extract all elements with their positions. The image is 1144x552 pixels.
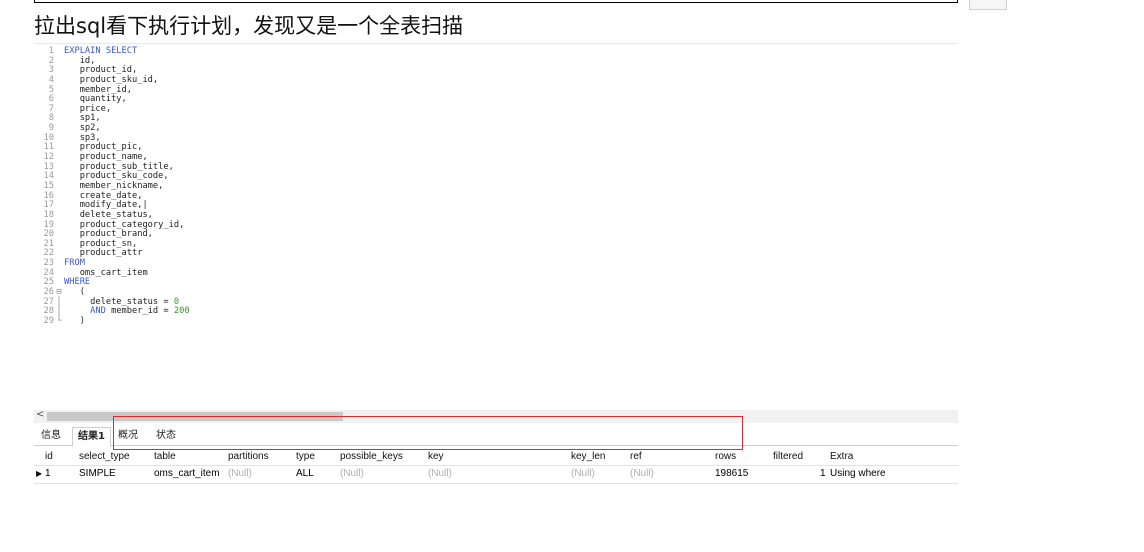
cell-rows[interactable]: 198615 [715, 468, 748, 479]
col-header-partitions[interactable]: partitions [228, 451, 269, 462]
code-line: 24 oms_cart_item [34, 268, 190, 279]
top-corner-button[interactable] [969, 0, 1007, 10]
cell-partitions[interactable]: (Null) [228, 468, 252, 479]
fold-marker-icon [54, 230, 64, 240]
code-line: 22 product_attr [34, 249, 190, 259]
current-row-icon: ▶ [36, 469, 43, 478]
fold-marker-icon [54, 143, 64, 153]
row-divider [34, 483, 958, 484]
article-heading: 拉出sql看下执行计划，发现又是一个全表扫描 [34, 14, 464, 38]
fold-marker-icon [54, 47, 64, 57]
fold-marker-icon [54, 240, 64, 250]
fold-marker-icon [54, 172, 64, 182]
col-header-type[interactable]: type [296, 451, 315, 462]
col-header-filtered[interactable]: filtered [773, 451, 803, 462]
fold-marker-icon [54, 163, 64, 173]
fold-marker-icon [54, 86, 64, 96]
scroll-left-icon[interactable]: < [36, 409, 44, 420]
line-number: 29 [43, 315, 54, 326]
fold-marker-icon: └ [56, 315, 62, 326]
fold-marker-icon [54, 57, 64, 67]
fold-marker-icon [54, 95, 64, 105]
cell-select-type[interactable]: SIMPLE [79, 468, 116, 479]
col-header-select-type[interactable]: select_type [79, 451, 130, 462]
cell-extra[interactable]: Using where [830, 468, 886, 479]
table-row[interactable]: ▶ 1 SIMPLE oms_cart_item (Null) ALL (Nul… [34, 466, 958, 482]
cell-possible-keys[interactable]: (Null) [340, 468, 364, 479]
code-line: 29 └ ) [34, 315, 190, 327]
fold-marker-icon [54, 259, 64, 269]
cell-ref[interactable]: (Null) [630, 468, 654, 479]
fold-marker-icon [54, 114, 64, 124]
sql-number: 200 [173, 306, 190, 317]
cell-key[interactable]: (Null) [428, 468, 452, 479]
col-header-possible-keys[interactable]: possible_keys [340, 451, 403, 462]
fold-marker-icon [54, 249, 64, 259]
col-header-id[interactable]: id [45, 451, 53, 462]
col-header-key[interactable]: key [428, 451, 444, 462]
fold-marker-icon [54, 124, 64, 134]
code-line: 9 sp2, [34, 123, 190, 134]
tab-info[interactable]: 信息 [36, 427, 66, 445]
cell-key-len[interactable]: (Null) [571, 468, 595, 479]
col-header-table[interactable]: table [154, 451, 176, 462]
cell-type[interactable]: ALL [296, 468, 314, 479]
col-header-ref[interactable]: ref [630, 451, 642, 462]
fold-marker-icon [54, 66, 64, 76]
tab-result1[interactable]: 结果1 [72, 427, 111, 447]
col-header-rows[interactable]: rows [715, 451, 736, 462]
fold-marker-icon [54, 105, 64, 115]
fold-marker-icon [54, 153, 64, 163]
code-line: 6 quantity, [34, 95, 190, 105]
sql-editor[interactable]: 1 EXPLAIN SELECT 2 id, 3 product_id, 4 produ… [34, 46, 190, 327]
grid-header-row: id select_type table partitions type pos… [34, 449, 958, 465]
cell-table[interactable]: oms_cart_item [154, 468, 220, 479]
fold-marker-icon [54, 76, 64, 86]
fold-marker-icon [54, 221, 64, 231]
code-line: 7 price, [34, 104, 190, 115]
sql-text: member_id = [105, 306, 174, 317]
fold-marker-icon [54, 134, 64, 144]
sql-keyword: AND [90, 306, 106, 317]
highlight-box [113, 416, 743, 450]
top-frame-edge [34, 0, 958, 3]
fold-marker-icon [54, 192, 64, 202]
code-line: 1 EXPLAIN SELECT [34, 46, 190, 57]
cell-filtered[interactable]: 1 [820, 468, 826, 479]
code-line: 8 sp1, [34, 114, 190, 124]
col-header-key-len[interactable]: key_len [571, 451, 605, 462]
sql-text: ) [64, 315, 85, 326]
fold-marker-icon [54, 201, 64, 211]
fold-marker-icon [54, 211, 64, 221]
cell-id[interactable]: 1 [45, 468, 51, 479]
editor-top-border [34, 43, 958, 44]
fold-marker-icon [54, 269, 64, 279]
col-header-extra[interactable]: Extra [830, 451, 853, 462]
fold-marker-icon [54, 182, 64, 192]
